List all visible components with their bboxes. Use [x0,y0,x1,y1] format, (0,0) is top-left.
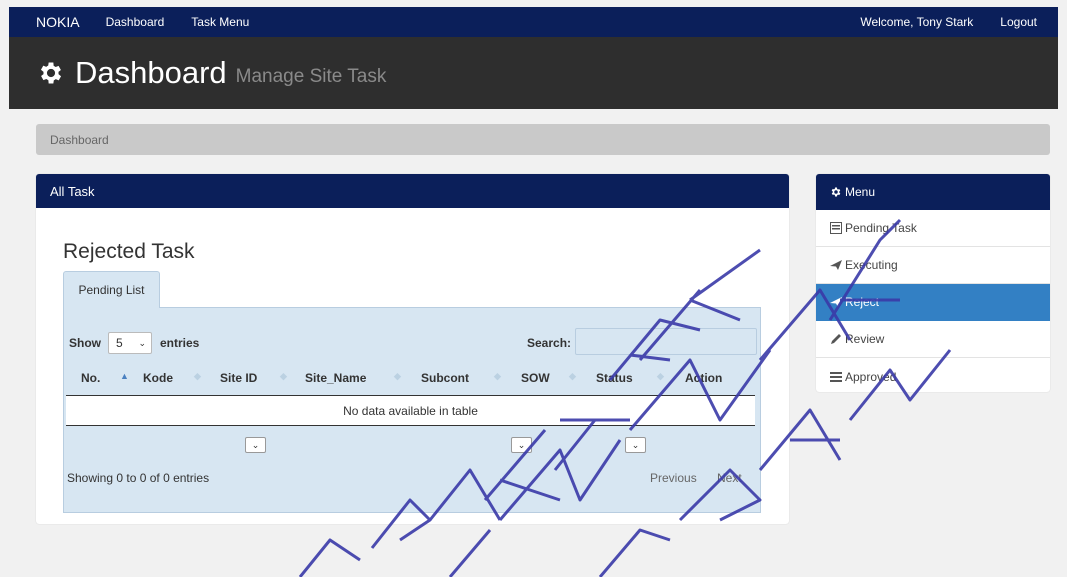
chevron-down-icon: ⌄ [138,337,146,348]
tab-pending-list[interactable]: Pending List [63,271,160,308]
pencil-icon [831,334,841,344]
chevron-down-icon: ⌄ [251,439,260,450]
col-sow[interactable]: SOW [521,371,550,385]
sort-icon: ◆ [657,371,664,381]
breadcrumb: Dashboard [36,124,1050,155]
table-controls: Show 5 ⌄ entries Search: [69,328,759,355]
col-subcont[interactable]: Subcont [421,371,469,385]
chevron-down-icon: ⌄ [517,439,526,450]
entries-select[interactable]: 5 ⌄ [108,332,152,354]
filter-select-site-id[interactable]: ⌄ [245,437,266,453]
filter-select-status[interactable]: ⌄ [625,437,646,453]
sort-asc-icon: ▲ [120,371,129,381]
side-menu: Menu Pending Task Executing Reject Revie… [816,174,1050,392]
nav-task-menu-link[interactable]: Task Menu [191,15,249,29]
table-row: No data available in table [66,395,755,426]
plane-icon [830,297,842,307]
menu-item-label: Reject [845,295,880,309]
sort-icon: ◆ [280,371,287,381]
list-icon [830,222,842,234]
previous-button[interactable]: Previous [650,471,697,485]
col-status[interactable]: Status [596,371,633,385]
next-button[interactable]: Next [717,471,742,485]
menu-header: Menu [816,174,1050,210]
menu-item-reject[interactable]: Reject [816,284,1050,321]
table-info: Showing 0 to 0 of 0 entries [67,471,210,485]
show-label: Show [69,336,101,350]
sort-icon: ◆ [569,371,576,381]
breadcrumb-dashboard[interactable]: Dashboard [50,133,109,147]
menu-item-label: Executing [845,258,898,272]
menu-item-executing[interactable]: Executing [816,247,1050,284]
menu-item-label: Pending Task [845,221,917,235]
top-navbar: NOKIA Dashboard Task Menu Welcome, Tony … [9,7,1058,37]
sort-icon: ◆ [194,371,201,381]
all-task-panel: All Task Rejected Task Pending List Show… [36,174,789,524]
menu-item-pending-task[interactable]: Pending Task [816,210,1050,247]
logout-link[interactable]: Logout [1000,15,1037,29]
page-subtitle: Manage Site Task [235,66,387,87]
entries-value: 5 [116,336,123,350]
gear-icon [831,187,841,197]
page-title: Dashboard [75,55,227,90]
menu-item-label: Review [845,332,885,346]
col-no[interactable]: No. [81,371,100,385]
gear-icon [40,62,62,84]
panel-title: All Task [50,183,95,199]
col-site-name[interactable]: Site_Name [305,371,366,385]
col-action[interactable]: Action [685,371,722,385]
nav-dashboard-link[interactable]: Dashboard [106,15,165,29]
page-header: Dashboard Manage Site Task [9,37,1058,109]
plane-icon [830,260,842,270]
panel-header: All Task [36,174,789,208]
filter-select-subcont[interactable]: ⌄ [511,437,532,453]
chevron-down-icon: ⌄ [631,439,640,450]
tab-label: Pending List [78,283,145,297]
sort-icon: ◆ [494,371,501,381]
menu-item-review[interactable]: Review [816,321,1050,358]
list-icon [830,371,842,382]
menu-item-approved[interactable]: Approved [816,358,1050,395]
search-input[interactable] [575,328,757,355]
menu-title: Menu [845,185,876,199]
section-title: Rejected Task [63,240,195,263]
navbar-right: Welcome, Tony Stark Logout [860,15,1058,29]
brand-link[interactable]: NOKIA [36,14,80,30]
tab-content: Show 5 ⌄ entries Search: No. ▲ Kode ◆ Si… [63,307,761,513]
entries-label: entries [160,336,200,350]
menu-item-label: Approved [845,369,897,384]
search-label: Search: [527,336,572,350]
empty-message: No data available in table [343,403,478,418]
welcome-text[interactable]: Welcome, Tony Stark [860,15,973,29]
sort-icon: ◆ [394,371,401,381]
col-site-id[interactable]: Site ID [220,371,257,385]
table-header: No. ▲ Kode ◆ Site ID ◆ Site_Name ◆ Subco… [64,365,754,393]
col-kode[interactable]: Kode [143,371,173,385]
